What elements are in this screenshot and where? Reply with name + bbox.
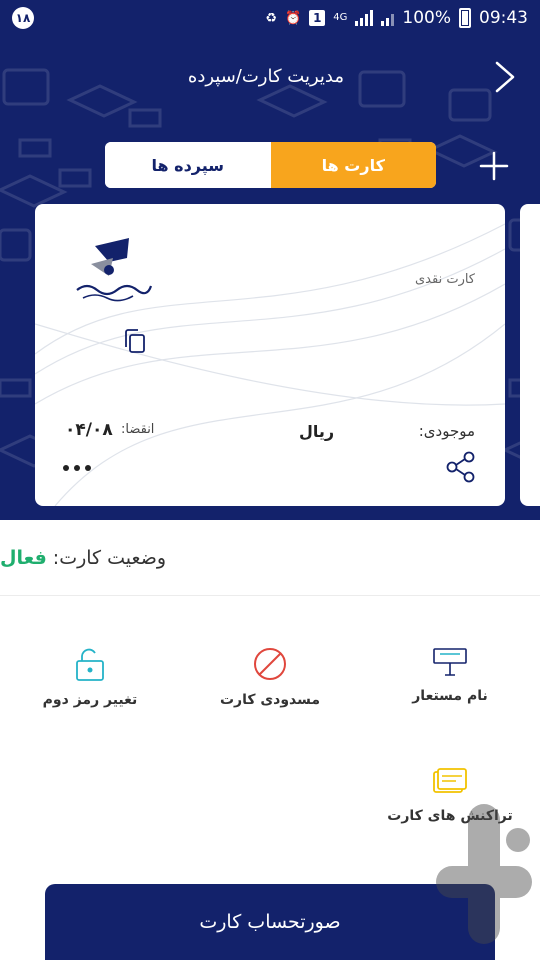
balance-currency: ریال (299, 422, 335, 441)
signal-strength-2-icon (381, 10, 395, 26)
card-transactions-icon (433, 768, 467, 793)
signboard-icon (433, 648, 467, 676)
unlock-icon (76, 648, 104, 681)
tab-cards[interactable]: کارت ها (270, 142, 436, 188)
sim-slot-icon: 1 (309, 10, 326, 26)
bank-sarmayeh-logo (76, 238, 153, 302)
card-status-value: فعال (0, 546, 47, 569)
change-second-pin-action[interactable]: تغییر رمز دوم (5, 646, 175, 736)
block-card-action[interactable]: مسدودی کارت (185, 646, 355, 736)
page-title: مدیریت کارت/سپرده (187, 66, 344, 87)
tab-deposits[interactable]: سپرده ها (105, 142, 271, 188)
card-deposit-tabs: سپرده ها کارت ها (105, 142, 436, 188)
expiry-value: ۰۴/۰۸ (65, 420, 113, 440)
network-type-icon: 4G (333, 12, 348, 23)
clock: 09:43 (479, 8, 528, 28)
block-icon (254, 648, 286, 680)
more-options-icon[interactable] (63, 456, 97, 480)
battery-icon (459, 8, 471, 28)
expiry-label: انقضا: (121, 422, 155, 437)
app-store-logo-icon (436, 804, 532, 944)
notification-count-badge: ۱۸ (12, 7, 34, 29)
recycle-icon: ♻ (265, 10, 278, 26)
app-bar: مدیریت کارت/سپرده (0, 52, 540, 102)
next-card-peek[interactable] (520, 204, 540, 506)
card-statement-button[interactable]: صورتحساب کارت (45, 884, 495, 960)
battery-percent: 100% (402, 8, 451, 28)
bank-card[interactable]: کارت نقدی موجودی: ریال انقضا: ۰۴/۰۸ (35, 204, 505, 506)
share-icon[interactable] (445, 450, 477, 484)
add-plus-icon[interactable] (478, 150, 510, 182)
card-type-label: کارت نقدی (415, 272, 475, 287)
copy-icon[interactable] (123, 328, 147, 354)
card-status-row: وضعیت کارت: فعال (0, 520, 540, 596)
pseudonym-label: نام مستعار (412, 688, 488, 704)
alarm-icon: ⏰ (285, 10, 302, 26)
pseudonym-action[interactable]: نام مستعار (365, 646, 535, 736)
change-second-pin-label: تغییر رمز دوم (42, 692, 138, 708)
status-bar: ۱۸ ♻ ⏰ 1 4G 100% 09:43 (0, 0, 540, 36)
back-chevron-icon[interactable] (492, 60, 518, 94)
signal-strength-icon (355, 10, 374, 26)
block-card-label: مسدودی کارت (219, 692, 321, 708)
card-status-label: وضعیت کارت: (52, 546, 166, 569)
balance-label: موجودی: (418, 422, 475, 440)
